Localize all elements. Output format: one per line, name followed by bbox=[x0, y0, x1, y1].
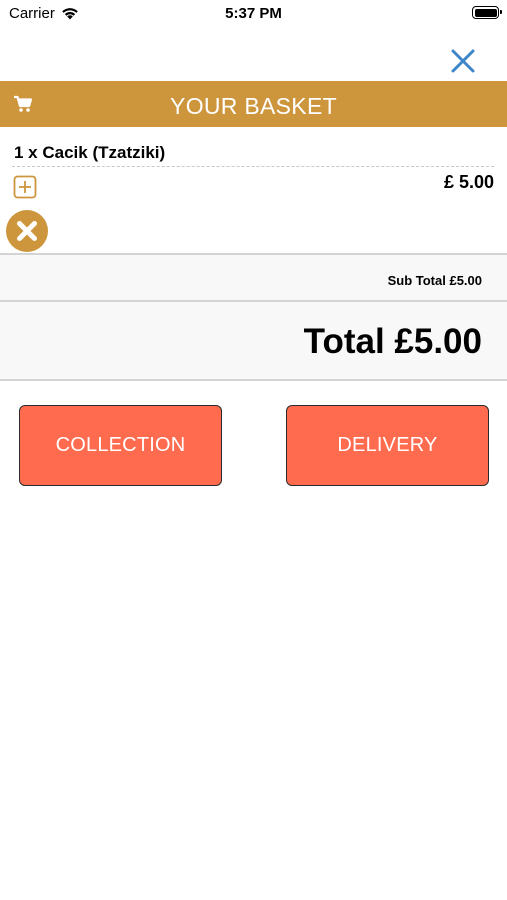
collection-button[interactable]: COLLECTION bbox=[19, 405, 222, 486]
basket-title: YOUR BASKET bbox=[170, 93, 337, 119]
remove-icon bbox=[6, 210, 48, 252]
status-time: 5:37 PM bbox=[225, 5, 282, 22]
plus-icon bbox=[13, 175, 37, 199]
increase-quantity-button[interactable] bbox=[13, 175, 37, 199]
close-button[interactable] bbox=[449, 47, 477, 75]
item-divider bbox=[12, 166, 494, 167]
item-name: 1 x Cacik (Tzatziki) bbox=[14, 143, 166, 162]
item-price: £ 5.00 bbox=[443, 172, 494, 192]
total-row: Total £5.00 bbox=[0, 302, 507, 381]
delivery-button[interactable]: DELIVERY bbox=[286, 405, 489, 486]
subtotal-row: Sub Total £5.00 bbox=[0, 253, 507, 302]
battery-icon bbox=[472, 6, 502, 19]
basket-header: YOUR BASKET bbox=[0, 81, 507, 127]
total-value: Total £5.00 bbox=[303, 322, 482, 361]
subtotal-value: Sub Total £5.00 bbox=[387, 273, 482, 288]
status-bar: Carrier 5:37 PM bbox=[0, 0, 507, 30]
close-icon bbox=[451, 49, 475, 73]
remove-item-button[interactable] bbox=[5, 209, 49, 253]
